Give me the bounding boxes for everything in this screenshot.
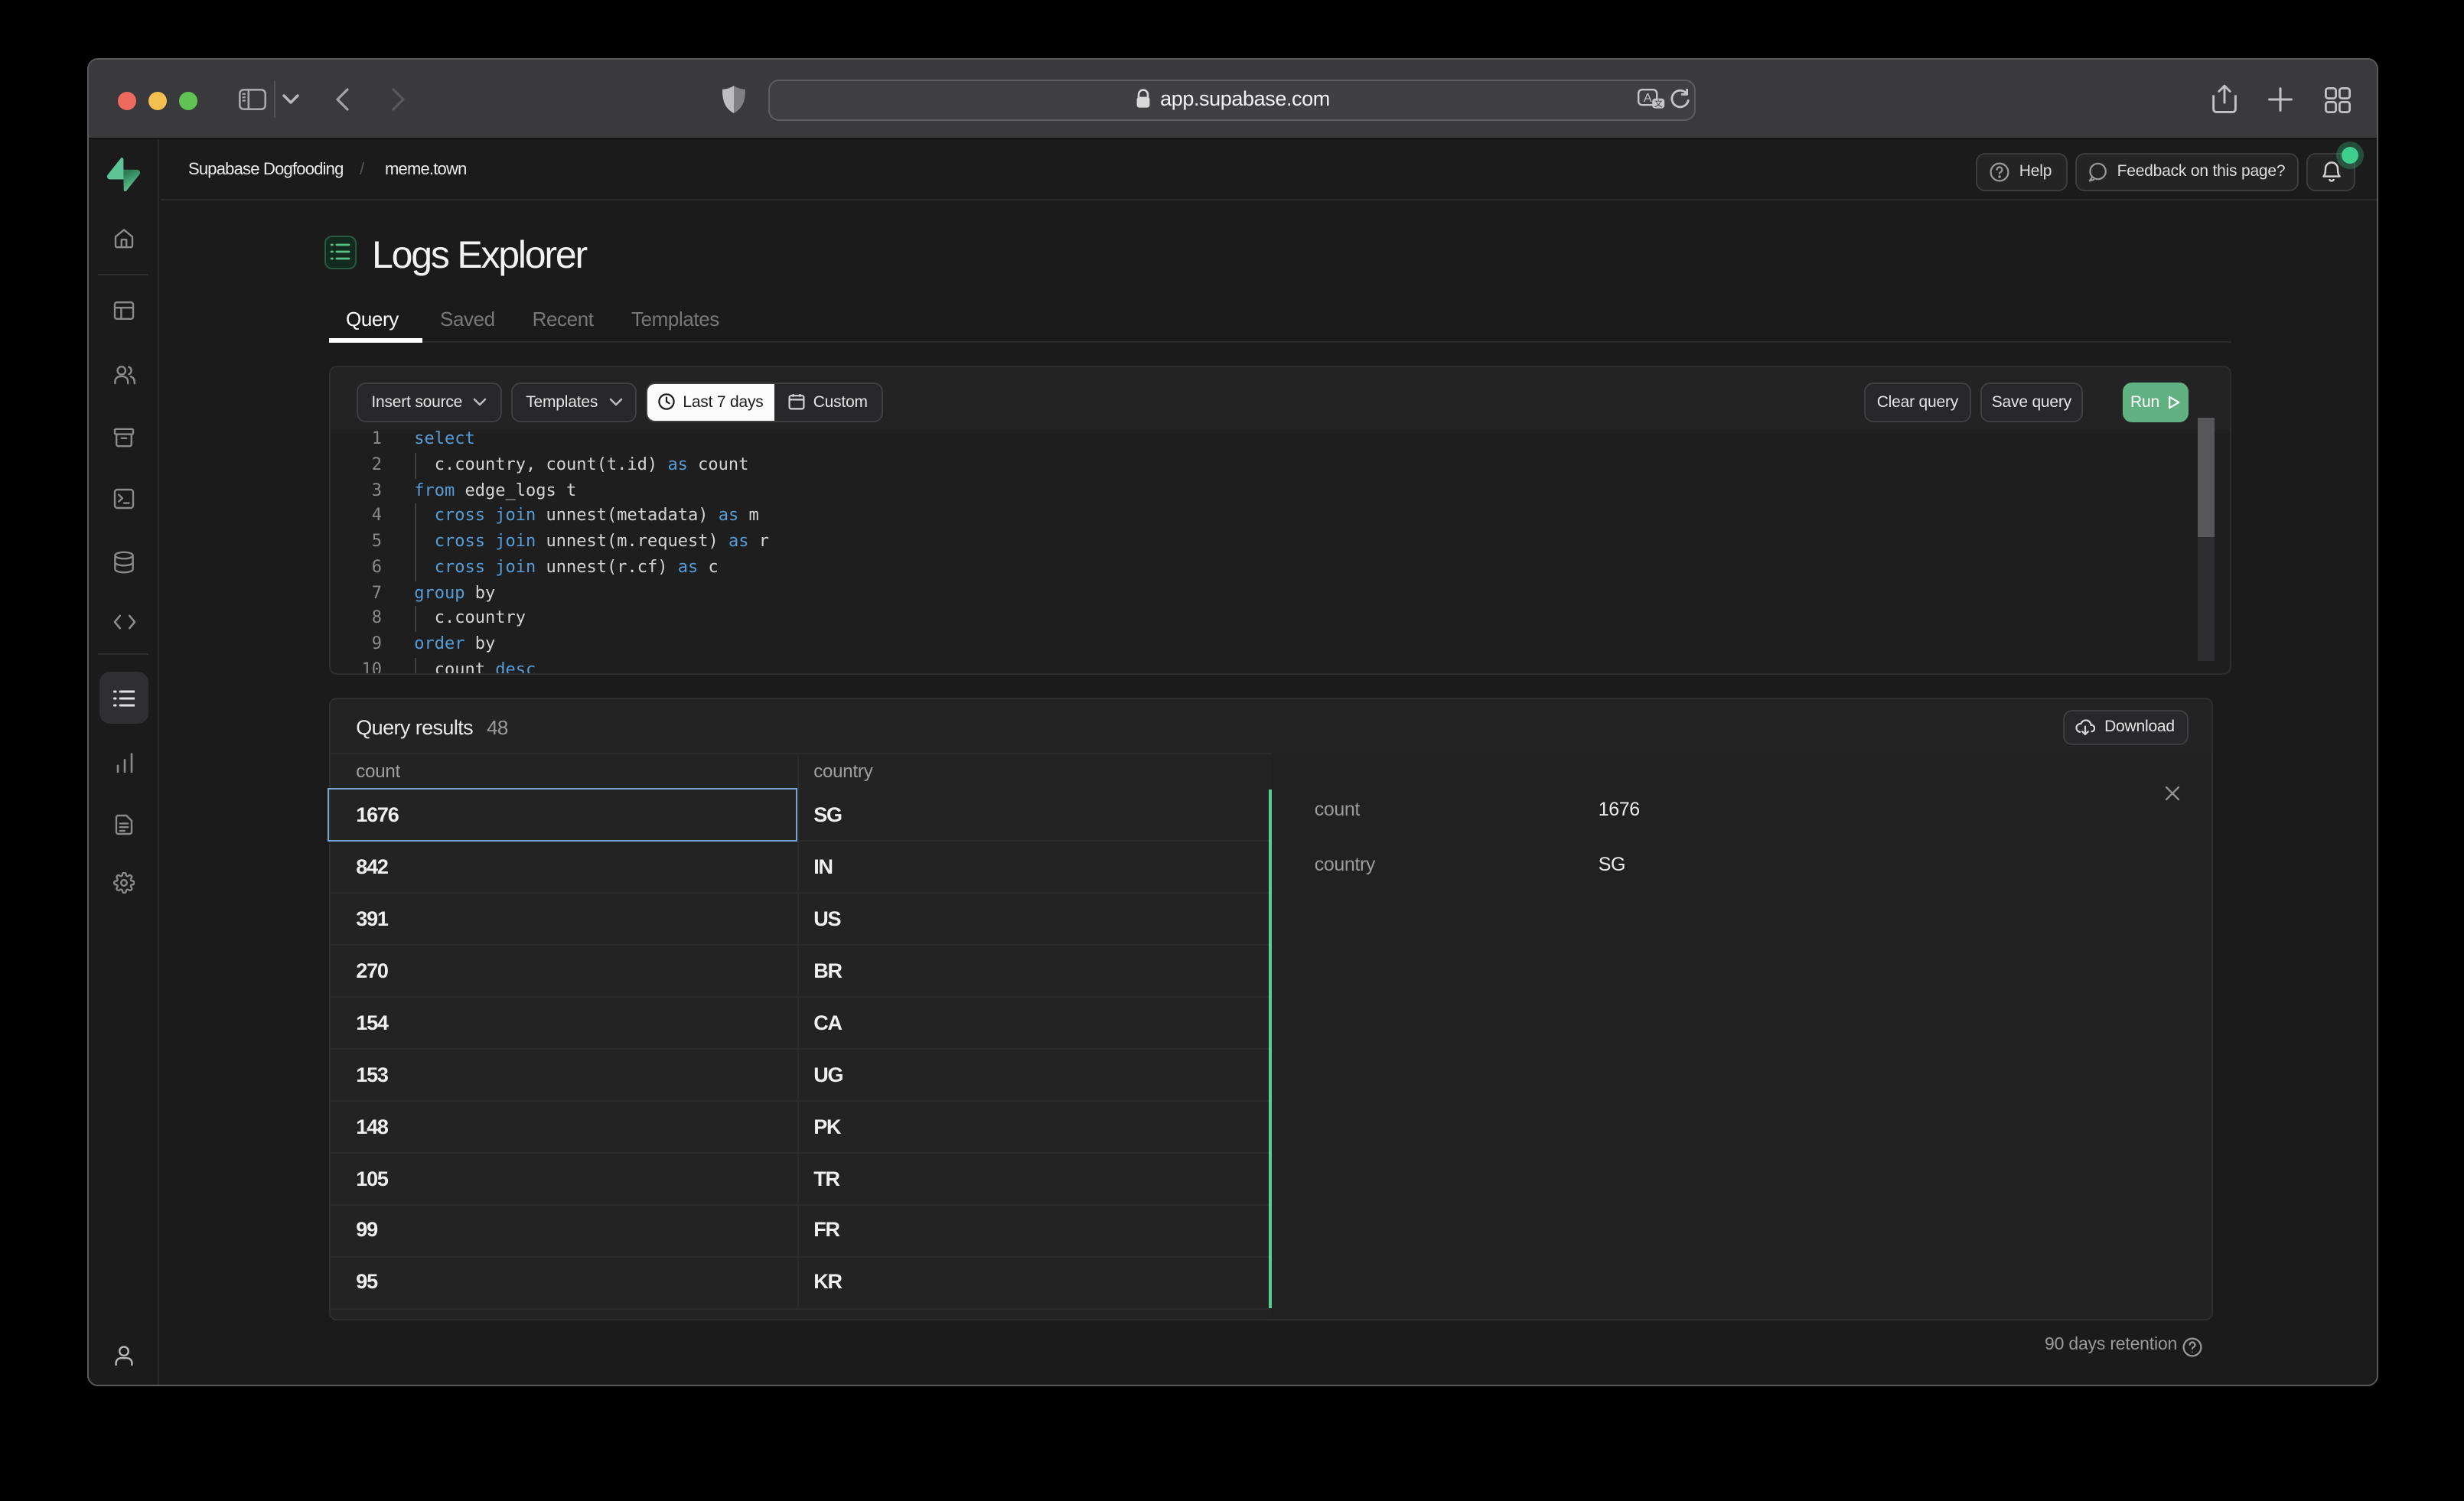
svg-text:A: A (1644, 92, 1652, 105)
svg-text:文: 文 (1654, 98, 1663, 109)
